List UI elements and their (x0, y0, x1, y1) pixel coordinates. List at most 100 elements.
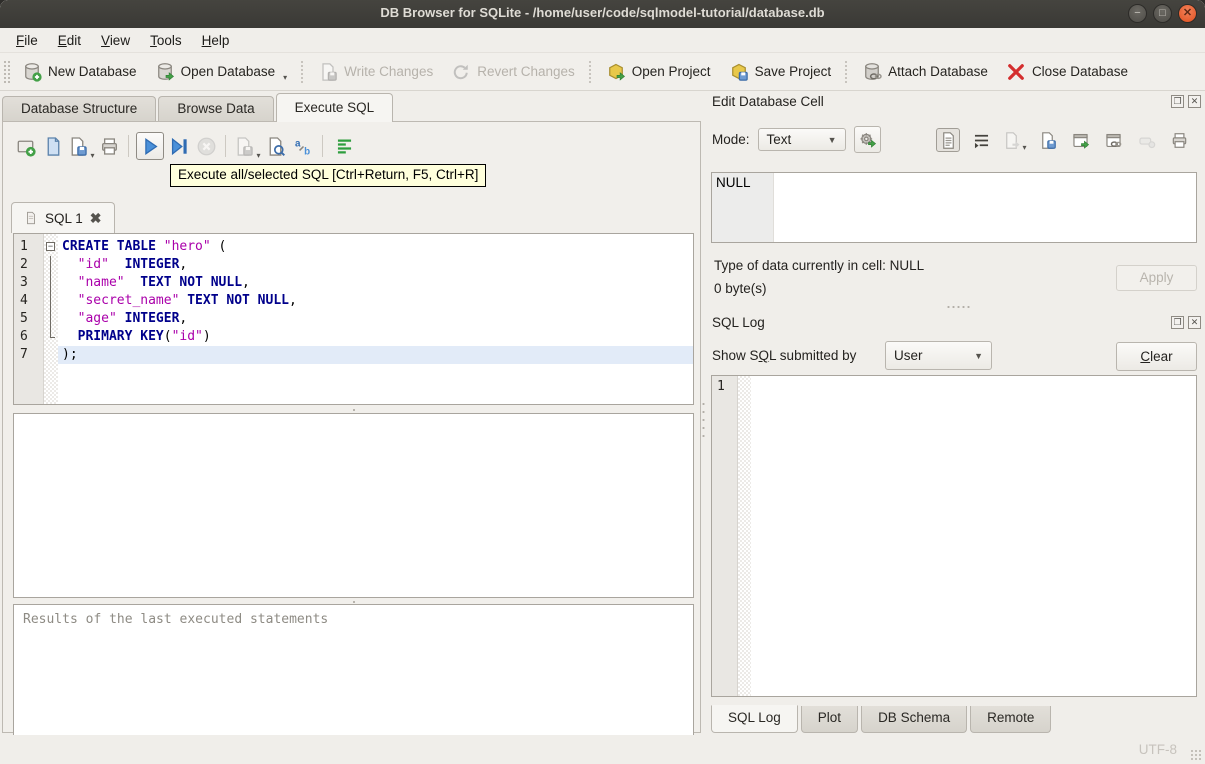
token: PRIMARY KEY (77, 329, 164, 344)
results-grid[interactable] (13, 413, 694, 598)
sql-log-header: SQL Log (712, 315, 765, 330)
toolbar-handle[interactable] (3, 59, 10, 84)
minimize-button[interactable]: − (1128, 4, 1147, 23)
open-in-external-icon (1002, 131, 1021, 150)
close-dock-icon[interactable]: ✕ (1188, 95, 1201, 108)
export-to-file-button[interactable] (1068, 128, 1092, 152)
open-in-external-button: ▾ (1002, 128, 1027, 152)
encoding-indicator[interactable]: UTF-8 (1139, 742, 1177, 757)
open-project-label: Open Project (631, 64, 711, 79)
line-number: 1 (20, 239, 28, 254)
menu-help[interactable]: Help (192, 30, 240, 51)
dropdown-arrow-icon[interactable]: ▾ (256, 151, 260, 160)
cell-editor[interactable]: NULL (711, 172, 1197, 243)
close-database-button[interactable]: Close Database (997, 57, 1137, 87)
set-as-null-icon (1137, 131, 1156, 150)
revert-changes-label: Revert Changes (477, 64, 575, 79)
new-database-button[interactable]: New Database (13, 57, 146, 87)
dock-tab-plot[interactable]: Plot (800, 706, 859, 733)
pane-splitter[interactable] (701, 400, 706, 440)
open-project-button[interactable]: Open Project (597, 57, 720, 87)
fold-guide-end (50, 337, 55, 338)
menu-tools[interactable]: Tools (140, 30, 192, 51)
save-sql-file-icon (67, 136, 88, 157)
open-new-tab-button[interactable] (11, 132, 39, 160)
dropdown-arrow-icon[interactable]: ▾ (283, 73, 287, 82)
token: ); (62, 347, 78, 362)
menu-view[interactable]: View (91, 30, 140, 51)
copy-cell-link-button[interactable] (1101, 128, 1125, 152)
open-sql-file-button[interactable] (39, 132, 67, 160)
save-sql-file-button[interactable]: ▾ (67, 132, 95, 160)
dock-splitter-handle[interactable] (946, 305, 972, 309)
float-dock-icon[interactable]: ❐ (1171, 316, 1184, 329)
window-controls: − □ ✕ (1128, 4, 1197, 23)
print-cell-button[interactable] (1167, 128, 1191, 152)
export-to-file-icon (1071, 131, 1090, 150)
apply-button[interactable]: Apply (1116, 265, 1197, 291)
write-changes-label: Write Changes (344, 64, 434, 79)
text-view-button[interactable] (936, 128, 960, 152)
stop-execution-icon (196, 136, 217, 157)
menu-edit[interactable]: Edit (48, 30, 91, 51)
fold-margin[interactable]: − (44, 234, 58, 404)
execute-current-line-button[interactable] (164, 132, 192, 160)
code-line-5: "age" INTEGER, (58, 310, 693, 328)
mode-label: Mode: (712, 132, 750, 147)
open-project-icon (606, 62, 626, 82)
attach-database-button[interactable]: Attach Database (853, 57, 997, 87)
log-line-number: 1 (712, 376, 738, 696)
sql1-tab[interactable]: SQL 1 ✖ (11, 202, 115, 233)
tab-execute-sql[interactable]: Execute SQL (275, 93, 394, 122)
sql-editor[interactable]: 1 2 3 4 5 6 7 − CREATE TABLE "hero" ( "id" INT… (13, 233, 694, 405)
print-sql-button[interactable] (95, 132, 123, 160)
sql1-tab-close-icon[interactable]: ✖ (90, 210, 102, 227)
import-from-file-button[interactable] (1035, 128, 1059, 152)
menu-file[interactable]: File (6, 30, 48, 51)
sql-code-area[interactable]: CREATE TABLE "hero" ( "id" INTEGER, "nam… (58, 234, 693, 404)
stop-execution-button (192, 132, 220, 160)
close-dock-icon[interactable]: ✕ (1188, 316, 1201, 329)
app-window: DB Browser for SQLite - /home/user/code/… (0, 0, 1205, 764)
open-database-button[interactable]: Open Database ▾ (146, 57, 297, 87)
set-as-null-button (1134, 128, 1158, 152)
dock-tab-bar: SQL Log Plot DB Schema Remote (711, 705, 1054, 733)
dock-tab-remote[interactable]: Remote (970, 706, 1052, 733)
token: TEXT NOT NULL (187, 293, 289, 308)
mode-select[interactable]: Text ▼ (757, 128, 846, 151)
format-sql-button[interactable] (330, 132, 358, 160)
resize-grip[interactable] (1190, 749, 1202, 761)
token: TEXT NOT NULL (140, 275, 243, 290)
find-replace-button[interactable]: ab (289, 132, 317, 160)
clear-log-button[interactable]: Clear (1116, 342, 1197, 371)
save-project-button[interactable]: Save Project (720, 57, 841, 87)
line-number: 2 (20, 257, 28, 272)
tab-database-structure[interactable]: Database Structure (2, 96, 157, 122)
code-line-2: "id" INTEGER, (58, 256, 693, 274)
close-button[interactable]: ✕ (1178, 4, 1197, 23)
dock-tab-sql-log[interactable]: SQL Log (711, 705, 798, 733)
maximize-button[interactable]: □ (1153, 4, 1172, 23)
log-filter-select[interactable]: User ▼ (885, 341, 992, 370)
print-sql-icon (99, 136, 120, 157)
sql-log-editor[interactable]: 1 (711, 375, 1197, 697)
tab-browse-data[interactable]: Browse Data (158, 96, 274, 122)
dropdown-arrow-icon[interactable]: ▾ (1023, 143, 1027, 152)
token: ( (163, 329, 172, 344)
float-dock-icon[interactable]: ❐ (1171, 95, 1184, 108)
new-database-label: New Database (48, 64, 137, 79)
dropdown-arrow-icon[interactable]: ▾ (90, 151, 94, 160)
find-text-button[interactable] (261, 132, 289, 160)
sql-toolbar: ▾ ▾ a b (11, 130, 358, 162)
token: "id" (77, 257, 109, 272)
word-wrap-button[interactable] (969, 128, 993, 152)
execute-all-sql-button[interactable] (136, 132, 164, 160)
chevron-down-icon: ▼ (974, 350, 983, 361)
dock-tab-db-schema[interactable]: DB Schema (861, 706, 968, 733)
sql-log-dock-buttons: ❐ ✕ (1171, 316, 1201, 329)
fold-guide (50, 310, 51, 328)
auto-apply-button[interactable] (853, 126, 881, 153)
line-number: 3 (20, 275, 28, 290)
fold-collapse-icon[interactable]: − (46, 242, 55, 251)
